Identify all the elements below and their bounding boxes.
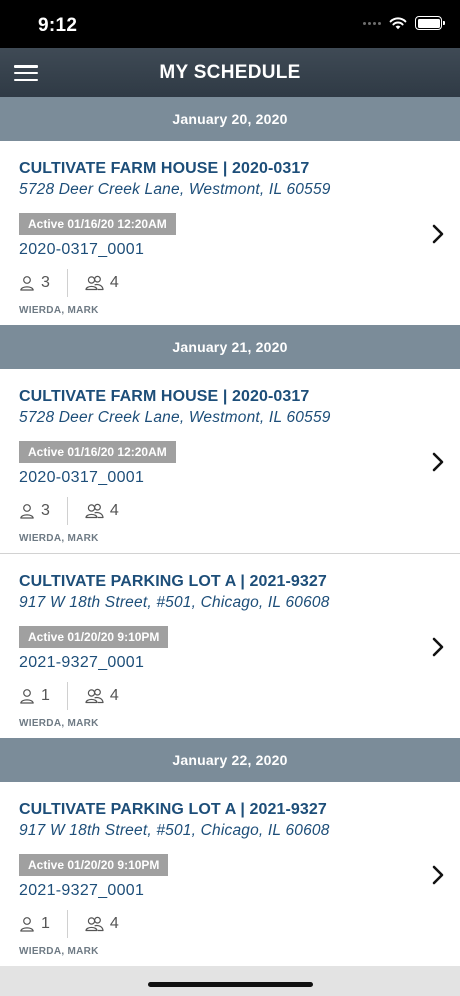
group-count: 4 [85, 915, 119, 933]
divider [66, 682, 68, 710]
schedule-list[interactable]: January 20, 2020 CULTIVATE FARM HOUSE | … [0, 97, 460, 966]
divider [66, 497, 68, 525]
group-count: 4 [85, 687, 119, 705]
job-code: 2020-0317_0001 [19, 469, 145, 486]
person-count: 1 [19, 915, 50, 933]
person-icon [20, 276, 34, 291]
count-row: 3 4 [19, 269, 119, 297]
job-code: 2020-0317_0001 [19, 241, 145, 258]
group-icon [85, 275, 104, 291]
schedule-card[interactable]: CULTIVATE FARM HOUSE | 2020-0317 5728 De… [0, 141, 460, 325]
assignee-name: WIERDA, MARK [19, 533, 99, 544]
group-count-value: 4 [109, 687, 119, 704]
status-bar: 9:12 [0, 0, 460, 48]
site-address: 5728 Deer Creek Lane, Westmont, IL 60559 [19, 409, 331, 426]
status-badge: Active 01/20/20 9:10PM [19, 626, 169, 648]
group-icon [85, 503, 104, 519]
group-icon [85, 916, 104, 932]
person-icon [20, 504, 34, 519]
count-row: 1 4 [19, 682, 119, 710]
assignee-name: WIERDA, MARK [19, 946, 99, 957]
navigation-bar: MY SCHEDULE [0, 48, 460, 97]
person-count-value: 1 [41, 687, 50, 704]
chevron-right-icon[interactable] [428, 451, 448, 473]
group-icon [85, 688, 104, 704]
count-row: 3 4 [19, 497, 119, 525]
schedule-card[interactable]: CULTIVATE PARKING LOT A | 2021-9327 917 … [0, 554, 460, 738]
status-badge: Active 01/16/20 12:20AM [19, 441, 176, 463]
site-title: CULTIVATE PARKING LOT A | 2021-9327 [19, 801, 327, 818]
status-icons [363, 16, 445, 30]
date-header: January 21, 2020 [0, 325, 460, 369]
chevron-right-icon[interactable] [428, 223, 448, 245]
person-count-value: 3 [41, 502, 50, 519]
person-icon [20, 917, 34, 932]
site-title: CULTIVATE FARM HOUSE | 2020-0317 [19, 388, 310, 405]
job-code: 2021-9327_0001 [19, 882, 145, 899]
schedule-card[interactable]: CULTIVATE PARKING LOT A | 2021-9327 917 … [0, 782, 460, 966]
assignee-name: WIERDA, MARK [19, 305, 99, 316]
group-count-value: 4 [109, 502, 119, 519]
site-address: 917 W 18th Street, #501, Chicago, IL 606… [19, 822, 330, 839]
site-address: 917 W 18th Street, #501, Chicago, IL 606… [19, 594, 330, 611]
date-header: January 22, 2020 [0, 738, 460, 782]
assignee-name: WIERDA, MARK [19, 718, 99, 729]
job-code: 2021-9327_0001 [19, 654, 145, 671]
person-count-value: 1 [41, 915, 50, 932]
signal-icon [363, 21, 381, 25]
person-icon [20, 689, 34, 704]
date-header: January 20, 2020 [0, 97, 460, 141]
wifi-icon [389, 17, 407, 30]
page-title: MY SCHEDULE [159, 62, 301, 83]
person-count-value: 3 [41, 274, 50, 291]
site-title: CULTIVATE PARKING LOT A | 2021-9327 [19, 573, 327, 590]
person-count: 3 [19, 502, 50, 520]
person-count: 3 [19, 274, 50, 292]
group-count-value: 4 [109, 915, 119, 932]
group-count: 4 [85, 274, 119, 292]
status-badge: Active 01/16/20 12:20AM [19, 213, 176, 235]
home-indicator[interactable] [148, 982, 313, 987]
count-row: 1 4 [19, 910, 119, 938]
battery-icon [415, 16, 445, 30]
status-time: 9:12 [38, 15, 78, 36]
chevron-right-icon[interactable] [428, 864, 448, 886]
group-count: 4 [85, 502, 119, 520]
group-count-value: 4 [109, 274, 119, 291]
site-address: 5728 Deer Creek Lane, Westmont, IL 60559 [19, 181, 331, 198]
status-badge: Active 01/20/20 9:10PM [19, 854, 169, 876]
schedule-card[interactable]: CULTIVATE FARM HOUSE | 2020-0317 5728 De… [0, 369, 460, 554]
person-count: 1 [19, 687, 50, 705]
chevron-right-icon[interactable] [428, 636, 448, 658]
divider [66, 910, 68, 938]
site-title: CULTIVATE FARM HOUSE | 2020-0317 [19, 160, 310, 177]
divider [66, 269, 68, 297]
